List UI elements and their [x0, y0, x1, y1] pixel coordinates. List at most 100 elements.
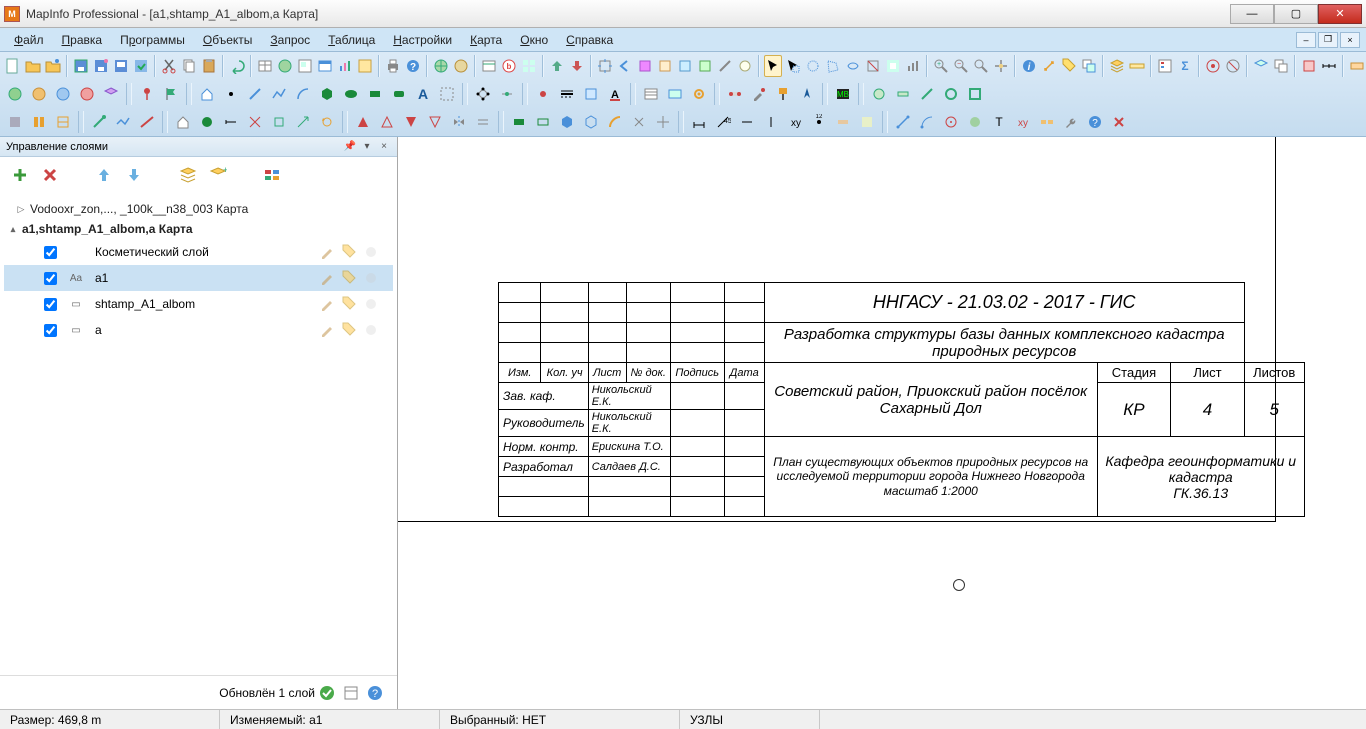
- cad-tri2-icon[interactable]: [376, 111, 398, 133]
- sym-line-icon[interactable]: [244, 83, 266, 105]
- layer-visible-checkbox[interactable]: [44, 324, 57, 337]
- cad-wrench-icon[interactable]: [1060, 111, 1082, 133]
- pan-icon[interactable]: [992, 55, 1010, 77]
- clear-target-icon[interactable]: [1224, 55, 1242, 77]
- cad-poly1-icon[interactable]: [556, 111, 578, 133]
- layer-row[interactable]: Косметический слой: [4, 239, 393, 265]
- layer-label-icon[interactable]: [341, 270, 357, 286]
- cad-dim4-icon[interactable]: [760, 111, 782, 133]
- tool2-a-icon[interactable]: [4, 83, 26, 105]
- status-editable[interactable]: Изменяемый: a1: [220, 710, 440, 729]
- cad-offset-icon[interactable]: [472, 111, 494, 133]
- graph-select-icon[interactable]: [904, 55, 922, 77]
- move-up-layer-icon[interactable]: [92, 163, 116, 187]
- add-layer-icon[interactable]: [8, 163, 32, 187]
- cad-txt-icon[interactable]: T: [988, 111, 1010, 133]
- help-icon[interactable]: ?: [404, 55, 422, 77]
- tool2-b-icon[interactable]: [28, 83, 50, 105]
- cad-home-icon[interactable]: [172, 111, 194, 133]
- map-save-icon[interactable]: [132, 55, 150, 77]
- layer-style-icon[interactable]: [363, 322, 379, 338]
- snap-icon[interactable]: [724, 83, 746, 105]
- move-down-layer-icon[interactable]: [122, 163, 146, 187]
- layer-edit-icon[interactable]: [319, 270, 335, 286]
- invert-select-icon[interactable]: [884, 55, 902, 77]
- save-workspace-icon[interactable]: [92, 55, 110, 77]
- remove-layer-icon[interactable]: [38, 163, 62, 187]
- layer-visible-checkbox[interactable]: [44, 272, 57, 285]
- select-radius-icon[interactable]: [804, 55, 822, 77]
- tool2-c-icon[interactable]: [52, 83, 74, 105]
- add-node-icon[interactable]: [496, 83, 518, 105]
- scale-bar-icon[interactable]: [1320, 55, 1338, 77]
- flag-icon[interactable]: [160, 83, 182, 105]
- cad-m-icon[interactable]: [652, 111, 674, 133]
- menu-map[interactable]: Карта: [462, 31, 510, 49]
- layer-edit-icon[interactable]: [319, 244, 335, 260]
- info-icon[interactable]: i: [1020, 55, 1038, 77]
- sym-ellipse-icon[interactable]: [340, 83, 362, 105]
- minimize-button[interactable]: —: [1230, 4, 1274, 24]
- cad-rect2-icon[interactable]: [532, 111, 554, 133]
- cad-dim1-icon[interactable]: [688, 111, 710, 133]
- tree-map-1[interactable]: ▷Vodooxr_zon,..., _100k__n38_003 Карта: [4, 199, 393, 219]
- wfs-icon[interactable]: [452, 55, 470, 77]
- layer-visible-checkbox[interactable]: [44, 298, 57, 311]
- sym-arc-icon[interactable]: [292, 83, 314, 105]
- sym-point-icon[interactable]: [220, 83, 242, 105]
- cad-o-icon[interactable]: 12: [808, 111, 830, 133]
- table-list-icon[interactable]: [640, 83, 662, 105]
- select-arrow-icon[interactable]: [764, 55, 782, 77]
- save-icon[interactable]: [72, 55, 90, 77]
- pushpin-icon[interactable]: [136, 83, 158, 105]
- catalog-icon[interactable]: [480, 55, 498, 77]
- wms-icon[interactable]: [432, 55, 450, 77]
- close-button[interactable]: ✕: [1318, 4, 1362, 24]
- layer-row[interactable]: Aa a1: [4, 265, 393, 291]
- tool2-last3-icon[interactable]: [916, 83, 938, 105]
- undo-icon[interactable]: [228, 55, 246, 77]
- print-icon[interactable]: [384, 55, 402, 77]
- sym-polygon-icon[interactable]: [316, 83, 338, 105]
- copy-icon[interactable]: [180, 55, 198, 77]
- menu-window[interactable]: Окно: [512, 31, 556, 49]
- menu-file[interactable]: Файл: [6, 31, 52, 49]
- new-table-icon[interactable]: [256, 55, 274, 77]
- cad-q-icon[interactable]: [856, 111, 878, 133]
- move-map-icon[interactable]: [596, 55, 614, 77]
- cad-d-icon[interactable]: [88, 111, 110, 133]
- cut-icon[interactable]: [160, 55, 178, 77]
- zoom-in-icon[interactable]: +: [932, 55, 950, 77]
- move-down-icon[interactable]: [568, 55, 586, 77]
- eyedropper-icon[interactable]: [748, 83, 770, 105]
- layer-style-icon[interactable]: [363, 296, 379, 312]
- layer-stack-icon[interactable]: [176, 163, 200, 187]
- maximize-button[interactable]: ▢: [1274, 4, 1318, 24]
- layer-row[interactable]: ▭ a: [4, 317, 393, 343]
- tool2-e-icon[interactable]: [100, 83, 122, 105]
- cad-help-icon[interactable]: ?: [1084, 111, 1106, 133]
- new-layout-icon[interactable]: [296, 55, 314, 77]
- new-graph-icon[interactable]: [336, 55, 354, 77]
- cad-circle-icon[interactable]: [196, 111, 218, 133]
- new-redistrict-icon[interactable]: [356, 55, 374, 77]
- pin-icon[interactable]: 📌: [343, 140, 357, 154]
- tool2-last2-icon[interactable]: [892, 83, 914, 105]
- cad-h-icon[interactable]: [244, 111, 266, 133]
- select-rect-icon[interactable]: [784, 55, 802, 77]
- hotlink-icon[interactable]: [1040, 55, 1058, 77]
- new-map-icon[interactable]: [276, 55, 294, 77]
- tool2-last5-icon[interactable]: [964, 83, 986, 105]
- ruler-icon[interactable]: [1128, 55, 1146, 77]
- cad-w-icon[interactable]: [1036, 111, 1058, 133]
- menu-objects[interactable]: Объекты: [195, 31, 261, 49]
- tree-map-2[interactable]: ▴a1,shtamp_A1_albom,a Карта: [4, 219, 393, 239]
- zoom-out-icon[interactable]: −: [952, 55, 970, 77]
- northarrow-icon[interactable]: [796, 83, 818, 105]
- text-tool-icon[interactable]: A: [412, 83, 434, 105]
- dropdown-icon[interactable]: ▾: [360, 140, 374, 154]
- paint-icon[interactable]: [772, 83, 794, 105]
- sym-rect-icon[interactable]: [364, 83, 386, 105]
- cad-mirror-icon[interactable]: [448, 111, 470, 133]
- prev-view-icon[interactable]: [616, 55, 634, 77]
